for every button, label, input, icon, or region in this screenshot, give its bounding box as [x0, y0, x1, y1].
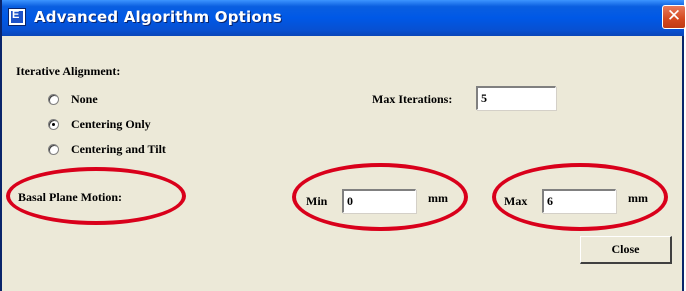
max-iterations-label: Max Iterations: [372, 92, 453, 106]
radio-icon[interactable] [48, 144, 59, 155]
radio-label-centering-only: Centering Only [71, 117, 151, 131]
min-label: Min [306, 194, 328, 208]
basal-plane-motion-label: Basal Plane Motion: [18, 190, 122, 204]
iterative-alignment-heading: Iterative Alignment: [16, 64, 121, 78]
radio-icon[interactable] [48, 119, 59, 130]
dialog-window: E Advanced Algorithm Options ✕ Iterative… [0, 0, 686, 291]
radio-icon[interactable] [48, 94, 59, 105]
app-icon: E [8, 8, 26, 26]
radio-label-centering-and-tilt: Centering and Tilt [71, 142, 166, 156]
close-icon[interactable]: ✕ [662, 5, 686, 29]
min-input[interactable]: 0 [342, 189, 416, 213]
max-iterations-input[interactable]: 5 [476, 86, 556, 110]
app-icon-glyph: E [12, 9, 20, 21]
title-bar[interactable]: E Advanced Algorithm Options ✕ [2, 0, 686, 36]
max-input[interactable]: 6 [542, 189, 616, 213]
window-title: Advanced Algorithm Options [34, 8, 282, 26]
radio-label-none: None [71, 92, 98, 106]
min-unit-label: mm [428, 191, 448, 205]
close-button[interactable]: Close [580, 236, 672, 264]
max-label: Max [504, 194, 528, 208]
max-unit-label: mm [628, 191, 648, 205]
